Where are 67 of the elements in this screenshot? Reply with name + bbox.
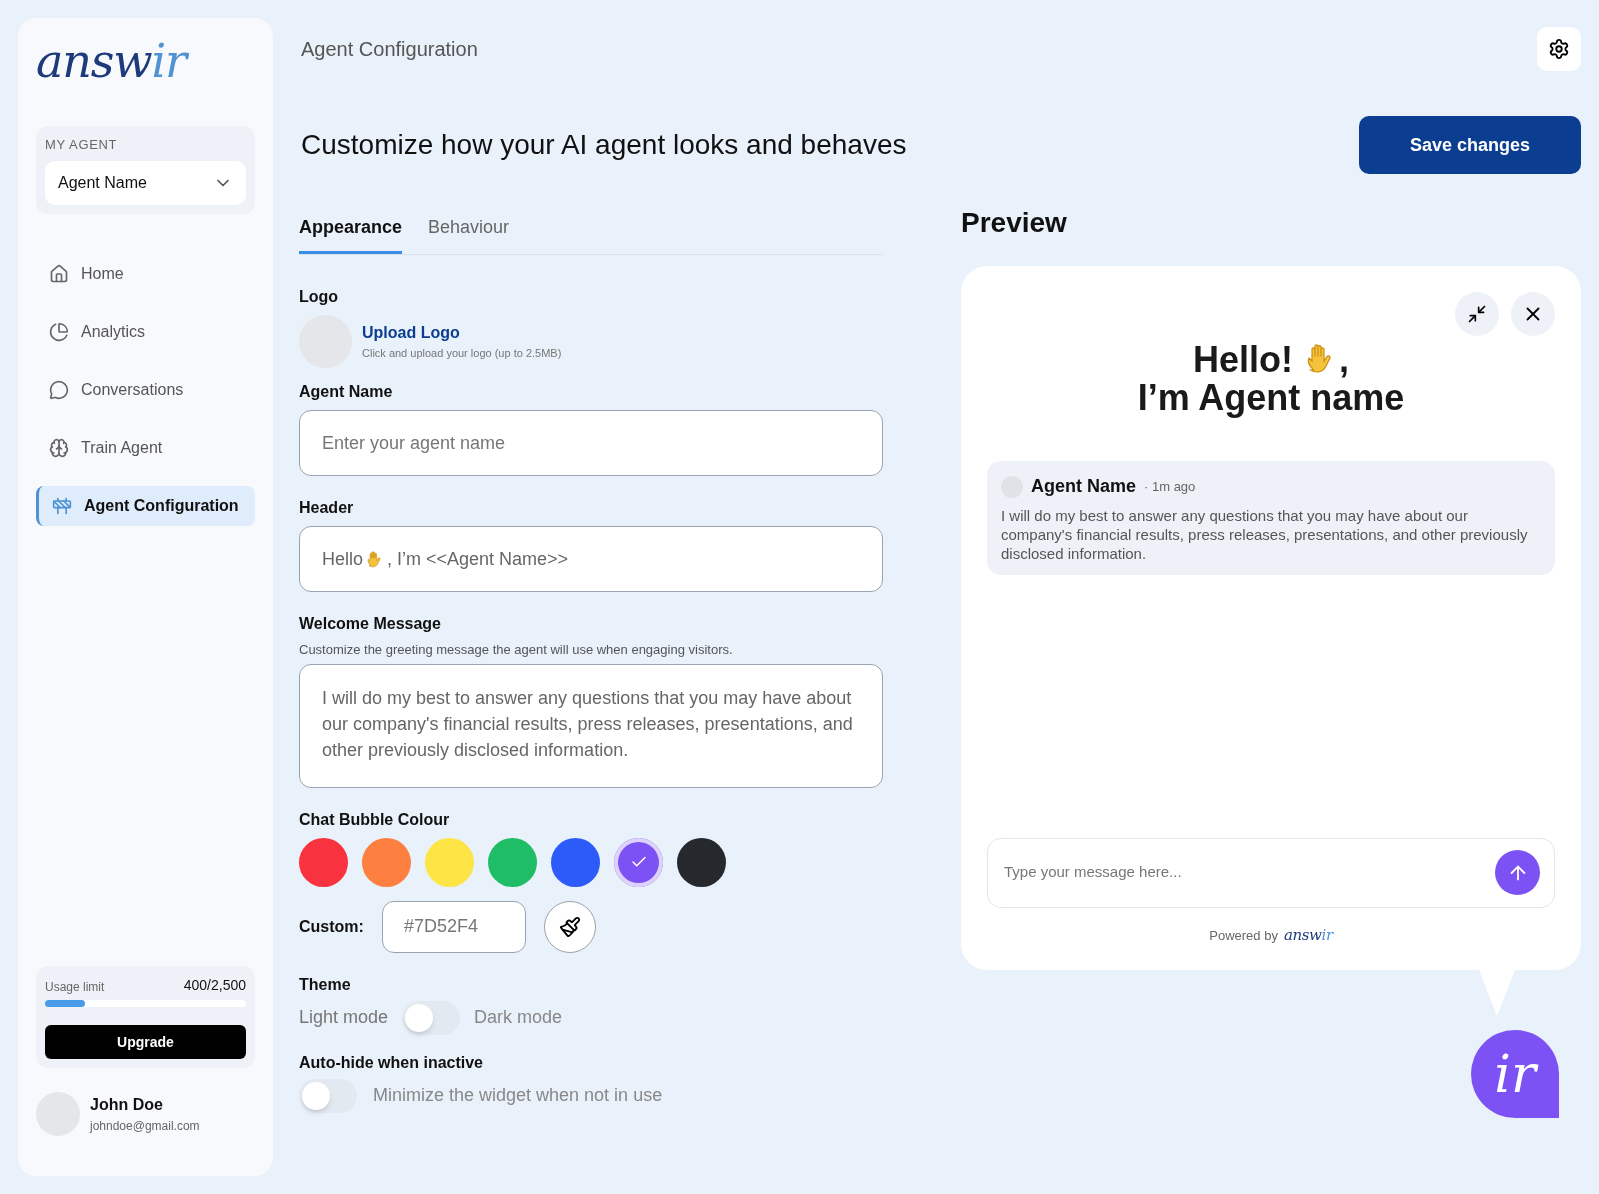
upgrade-button[interactable]: Upgrade — [45, 1025, 246, 1059]
toggle-switch[interactable] — [299, 1078, 357, 1113]
upload-hint: Click and upload your logo (up to 2.5MB) — [362, 346, 562, 362]
brand-logo: answir — [1283, 924, 1333, 946]
colour-swatch[interactable] — [551, 837, 600, 887]
field-label: Welcome Message — [299, 614, 442, 634]
nav-icon — [49, 437, 69, 458]
agent-name-field[interactable]: Enter your agent name — [299, 410, 883, 476]
nav-icon — [52, 495, 72, 516]
tab[interactable]: Behaviour — [428, 214, 510, 254]
page-heading: Customize how your AI agent looks and behaves — [300, 128, 907, 162]
colour-swatch[interactable] — [614, 837, 663, 887]
settings-button[interactable] — [1537, 27, 1581, 71]
usage-label: Usage limit — [45, 979, 105, 996]
field-label: Logo — [299, 287, 340, 307]
sender-name: Agent Name — [1031, 475, 1137, 498]
powered-by-text: Powered by — [1209, 926, 1278, 945]
user-name: John Doe — [90, 1095, 164, 1115]
nav-item[interactable]: Train Agent — [36, 427, 255, 468]
brand-logo: answir — [36, 38, 255, 84]
tab[interactable]: Appearance — [299, 214, 403, 254]
field-label: Theme — [299, 974, 352, 995]
nav-item[interactable]: Analytics — [36, 311, 255, 352]
greeting-heading: Hello! , I’m Agent name — [1136, 340, 1406, 417]
minimize-button[interactable] — [1455, 292, 1499, 336]
field-label: Auto-hide when inactive — [299, 1052, 484, 1073]
field-hint: Customize the greeting message the agent will use when engaging visitors. — [299, 641, 734, 659]
field-label: Chat Bubble Colour — [299, 809, 451, 830]
nav-item[interactable]: Conversations — [36, 369, 255, 410]
toggle-label: Light mode — [299, 1006, 389, 1029]
message-input[interactable]: Type your message here... — [987, 837, 1555, 908]
close-button[interactable] — [1511, 292, 1555, 336]
paintbrush-icon — [558, 915, 581, 938]
field-label: Agent Name — [299, 382, 394, 402]
custom-label: Custom: — [299, 916, 364, 937]
welcome-message-field[interactable]: I will do my best to answer any questions that you may have about our company's financial results, press releases, presentations, and other previously disclosed information. — [299, 663, 883, 788]
colour-swatch[interactable] — [299, 837, 348, 887]
nav-icon — [49, 379, 69, 400]
save-button[interactable]: Save changes — [1359, 116, 1581, 174]
toggle-switch[interactable] — [402, 1000, 461, 1035]
message-field[interactable]: Type your message here... — [1004, 861, 1495, 884]
nav-item[interactable]: Home — [36, 253, 255, 294]
preview-title: Preview — [961, 206, 1068, 240]
user-email: johndoe@gmail.com — [90, 1118, 200, 1135]
colour-swatch[interactable] — [488, 837, 537, 887]
custom-colour-field[interactable]: #7D52F4 — [381, 900, 526, 953]
nav-item[interactable]: Agent Configuration — [36, 485, 255, 526]
message-time: · 1m ago — [1144, 477, 1196, 496]
nav-icon — [49, 321, 69, 342]
nav-icon — [49, 263, 69, 284]
send-button[interactable] — [1495, 850, 1540, 895]
settings-icon — [1548, 38, 1570, 60]
page-title: Agent Configuration — [300, 37, 478, 62]
message-text: I will do my best to answer any questions that you may have about our company's financial results, press releases, presentations, and other previously disclosed information. — [1001, 506, 1529, 563]
section-label: MY AGENT — [45, 136, 119, 154]
upload-logo-link[interactable]: Upload Logo — [362, 321, 562, 346]
colour-swatch[interactable] — [425, 837, 474, 887]
usage-count: 400/2,500 — [183, 976, 246, 995]
toggle-label: Dark mode — [474, 1006, 563, 1029]
colour-swatch[interactable] — [677, 837, 726, 887]
chat-launcher-button[interactable]: ir — [1471, 1030, 1559, 1118]
field-label: Header — [299, 498, 355, 518]
agent-dropdown[interactable]: Agent Name — [45, 160, 246, 205]
minimize-icon — [1467, 304, 1487, 324]
colour-swatch[interactable] — [362, 837, 411, 887]
toggle-description: Minimize the widget when not in use — [373, 1084, 663, 1107]
header-field[interactable]: Hello , I’m <<Agent Name>> — [299, 526, 883, 592]
